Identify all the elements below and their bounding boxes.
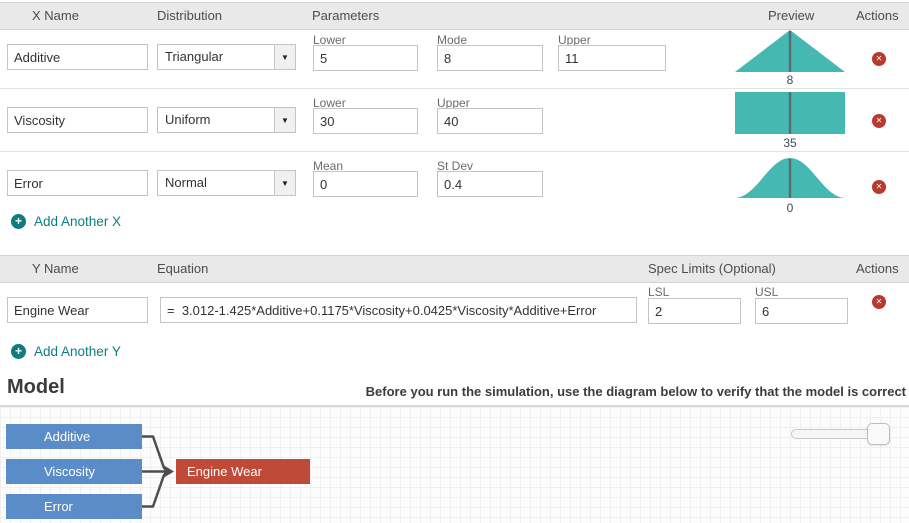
- param-lower-input[interactable]: [313, 108, 418, 134]
- preview-mode-label: 8: [735, 73, 845, 87]
- model-verification-note: Before you run the simulation, use the d…: [366, 384, 906, 399]
- add-another-x-button[interactable]: + Add Another X: [11, 214, 121, 229]
- distribution-select-value: Triangular: [158, 45, 274, 69]
- actions-header: Actions: [856, 3, 899, 29]
- parameters-header: Parameters: [312, 3, 379, 29]
- y-row-engine-wear: LSL USL ✕: [0, 283, 909, 338]
- distribution-header: Distribution: [157, 3, 222, 29]
- spec-limits-header: Spec Limits (Optional): [648, 256, 776, 282]
- add-circle-icon: +: [11, 344, 26, 359]
- add-another-x-label: Add Another X: [34, 214, 121, 229]
- y-name-header: Y Name: [32, 256, 79, 282]
- add-circle-icon: +: [11, 214, 26, 229]
- param-upper-input[interactable]: [558, 45, 666, 71]
- model-node-viscosity[interactable]: Viscosity: [6, 459, 142, 484]
- equation-input[interactable]: [160, 297, 637, 323]
- model-diagram-canvas: Additive Viscosity Error Engine Wear: [0, 405, 909, 523]
- lsl-label: LSL: [648, 285, 669, 299]
- distribution-select[interactable]: Uniform ▼: [157, 107, 296, 133]
- triangular-distribution-preview: [735, 30, 845, 76]
- lsl-input[interactable]: [648, 298, 741, 324]
- x-row-additive: Triangular ▼ Lower Mode Upper 8 ✕: [0, 30, 909, 89]
- add-another-y-button[interactable]: + Add Another Y: [11, 344, 121, 359]
- add-another-y-label: Add Another Y: [34, 344, 121, 359]
- x-name-input[interactable]: [7, 107, 148, 133]
- chevron-down-icon[interactable]: ▼: [274, 108, 295, 132]
- x-name-input[interactable]: [7, 170, 148, 196]
- chevron-down-icon[interactable]: ▼: [274, 171, 295, 195]
- y-name-input[interactable]: [7, 297, 148, 323]
- model-section-title: Model: [7, 376, 65, 399]
- preview-mean-label: 35: [735, 136, 845, 150]
- x-name-header: X Name: [32, 3, 79, 29]
- param-upper-input[interactable]: [437, 108, 543, 134]
- chevron-down-icon[interactable]: ▼: [274, 45, 295, 69]
- actions-header: Actions: [856, 256, 899, 282]
- distribution-select[interactable]: Triangular ▼: [157, 44, 296, 70]
- x-table-header: X Name Distribution Parameters Preview A…: [0, 2, 909, 30]
- param-mean-input[interactable]: [313, 171, 418, 197]
- distribution-select-value: Normal: [158, 171, 274, 195]
- preview-header: Preview: [768, 3, 814, 29]
- uniform-distribution-preview: [735, 92, 845, 137]
- distribution-select[interactable]: Normal ▼: [157, 170, 296, 196]
- param-stdev-input[interactable]: [437, 171, 543, 197]
- usl-input[interactable]: [755, 298, 848, 324]
- normal-distribution-preview: [735, 155, 845, 202]
- x-name-input[interactable]: [7, 44, 148, 70]
- param-mode-input[interactable]: [437, 45, 543, 71]
- diagram-zoom-slider-thumb[interactable]: [867, 423, 890, 445]
- equation-header: Equation: [157, 256, 208, 282]
- model-node-additive[interactable]: Additive: [6, 424, 142, 449]
- delete-row-icon[interactable]: ✕: [872, 180, 886, 194]
- distribution-select-value: Uniform: [158, 108, 274, 132]
- x-row-viscosity: Uniform ▼ Lower Upper 35 ✕: [0, 89, 909, 152]
- y-table-header: Y Name Equation Spec Limits (Optional) A…: [0, 255, 909, 283]
- delete-row-icon[interactable]: ✕: [872, 295, 886, 309]
- model-node-error[interactable]: Error: [6, 494, 142, 519]
- delete-row-icon[interactable]: ✕: [872, 114, 886, 128]
- param-lower-input[interactable]: [313, 45, 418, 71]
- preview-mean-label: 0: [735, 201, 845, 215]
- monte-carlo-simulation-setup: X Name Distribution Parameters Preview A…: [0, 0, 909, 523]
- model-node-engine-wear[interactable]: Engine Wear: [176, 459, 310, 484]
- x-row-error: Normal ▼ Mean St Dev 0 ✕: [0, 152, 909, 214]
- usl-label: USL: [755, 285, 778, 299]
- delete-row-icon[interactable]: ✕: [872, 52, 886, 66]
